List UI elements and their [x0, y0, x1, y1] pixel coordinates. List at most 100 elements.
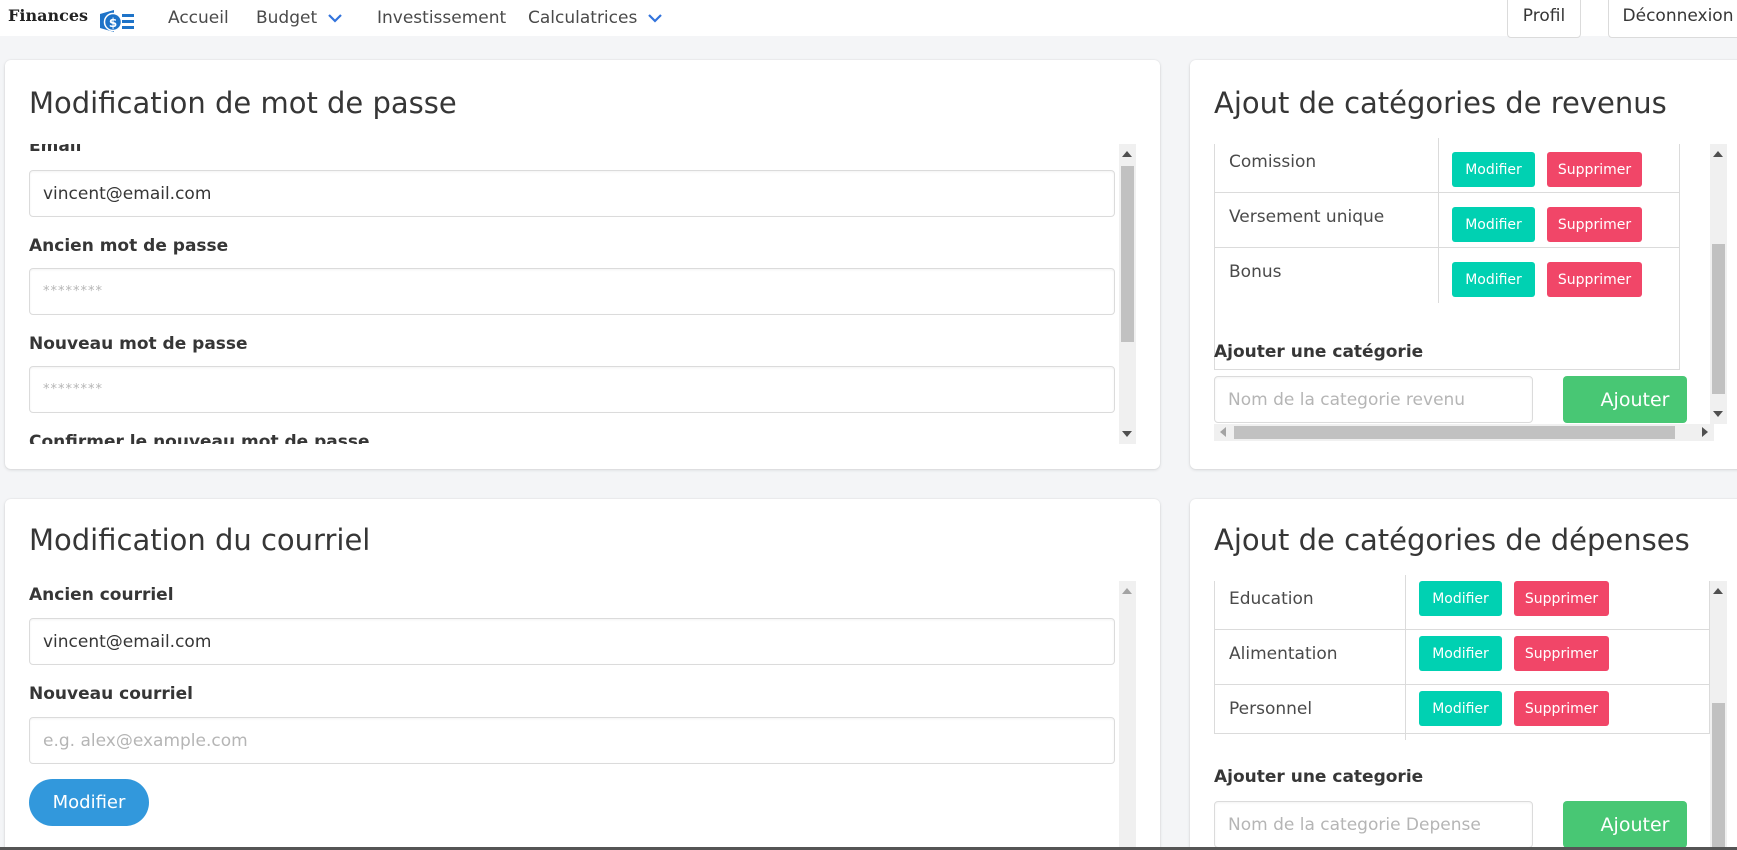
add-expense-button[interactable]: Ajouter	[1563, 801, 1687, 848]
category-name: Education	[1229, 589, 1314, 609]
delete-category-button[interactable]: Supprimer	[1547, 152, 1642, 187]
scroll-thumb[interactable]	[1121, 166, 1134, 342]
email-card-title: Modification du courriel	[29, 523, 371, 557]
delete-label: Supprimer	[1557, 161, 1632, 178]
add-expense-label: Ajouter une categorie	[1214, 767, 1424, 787]
profile-button-label: Profil	[1522, 6, 1566, 26]
password-card: Modification de mot de passe Email vince…	[5, 60, 1160, 469]
revenue-category-input[interactable]: Nom de la categorie revenu	[1214, 376, 1533, 423]
edit-category-button[interactable]: Modifier	[1452, 262, 1535, 297]
nav-budget-label: Budget	[256, 8, 318, 28]
column-divider	[1405, 575, 1406, 630]
table-row: Education Modifier Supprimer	[1215, 575, 1709, 630]
scroll-thumb[interactable]	[1712, 703, 1725, 850]
scroll-up-arrow-icon[interactable]	[1122, 151, 1132, 157]
delete-category-button[interactable]: Supprimer	[1514, 581, 1609, 616]
scroll-right-arrow-icon[interactable]	[1702, 427, 1708, 437]
email-form-scrollbar[interactable]	[1119, 581, 1136, 850]
revenue-vertical-scrollbar[interactable]	[1710, 144, 1727, 424]
delete-category-button[interactable]: Supprimer	[1514, 691, 1609, 726]
column-divider	[1405, 630, 1406, 685]
add-revenue-button-label: Ajouter	[1600, 388, 1670, 411]
table-row: Versement unique Modifier Supprimer	[1215, 193, 1679, 248]
old-password-input[interactable]: ********	[29, 268, 1115, 315]
nav-budget[interactable]: Budget	[256, 8, 343, 28]
edit-label: Modifier	[1465, 161, 1522, 178]
edit-category-button[interactable]: Modifier	[1452, 152, 1535, 187]
add-revenue-button[interactable]: Ajouter	[1563, 376, 1687, 423]
revenue-card-title: Ajout de catégories de revenus	[1214, 86, 1667, 120]
password-card-title: Modification de mot de passe	[29, 86, 457, 120]
email-card: Modification du courriel Ancien courriel…	[5, 499, 1160, 850]
delete-category-button[interactable]: Supprimer	[1547, 207, 1642, 242]
column-divider	[1438, 248, 1439, 303]
scroll-up-arrow-icon[interactable]	[1713, 151, 1723, 157]
scroll-down-arrow-icon[interactable]	[1122, 431, 1132, 437]
confirm-password-label: Confirmer le nouveau mot de passe	[29, 432, 370, 444]
scroll-thumb[interactable]	[1234, 426, 1675, 439]
password-form: Email vincent@email.com Ancien mot de pa…	[5, 144, 1115, 444]
email-input[interactable]: vincent@email.com	[29, 170, 1115, 217]
edit-category-button[interactable]: Modifier	[1419, 691, 1502, 726]
edit-label: Modifier	[1465, 216, 1522, 233]
delete-label: Supprimer	[1557, 271, 1632, 288]
table-row: Alimentation Modifier Supprimer	[1215, 630, 1709, 685]
email-label: Email	[29, 144, 82, 156]
logout-button[interactable]: Déconnexion	[1608, 0, 1737, 38]
scroll-up-arrow-icon[interactable]	[1122, 588, 1132, 594]
scroll-left-arrow-icon[interactable]	[1220, 427, 1226, 437]
nav-investissement-label: Investissement	[377, 8, 507, 28]
delete-label: Supprimer	[1524, 645, 1599, 662]
scroll-thumb[interactable]	[1712, 244, 1725, 394]
nav-accueil[interactable]: Accueil	[168, 8, 229, 28]
category-name: Comission	[1229, 152, 1317, 172]
nav-investissement[interactable]: Investissement	[377, 8, 506, 28]
expense-category-table: Education Modifier Supprimer Alimentatio…	[1214, 575, 1710, 740]
scroll-down-arrow-icon[interactable]	[1713, 411, 1723, 417]
column-divider	[1438, 193, 1439, 248]
edit-category-button[interactable]: Modifier	[1419, 581, 1502, 616]
edit-label: Modifier	[1432, 645, 1489, 662]
new-password-input[interactable]: ********	[29, 366, 1115, 413]
column-divider	[1405, 685, 1406, 740]
edit-label: Modifier	[1432, 590, 1489, 607]
add-expense-button-label: Ajouter	[1600, 813, 1670, 836]
edit-category-button[interactable]: Modifier	[1452, 207, 1535, 242]
delete-category-button[interactable]: Supprimer	[1514, 636, 1609, 671]
delete-label: Supprimer	[1524, 700, 1599, 717]
password-form-scrollbar[interactable]	[1119, 144, 1136, 444]
category-name: Alimentation	[1229, 644, 1338, 664]
category-name: Bonus	[1229, 262, 1282, 282]
brand-name[interactable]: Finances	[8, 6, 88, 25]
expense-card: Ajout de catégories de dépenses Educatio…	[1190, 499, 1737, 850]
expense-category-input[interactable]: Nom de la categorie Depense	[1214, 801, 1533, 848]
scroll-up-arrow-icon[interactable]	[1713, 588, 1723, 594]
add-revenue-label: Ajouter une catégorie	[1214, 342, 1424, 362]
old-email-input[interactable]: vincent@email.com	[29, 618, 1115, 665]
category-name: Personnel	[1229, 699, 1313, 719]
edit-label: Modifier	[1432, 700, 1489, 717]
delete-category-button[interactable]: Supprimer	[1547, 262, 1642, 297]
nav-calculatrices[interactable]: Calculatrices	[528, 8, 663, 28]
navbar: Finances $ Accueil Budget Investissement…	[0, 0, 1737, 38]
dollar-logo-icon: $	[100, 10, 134, 32]
revenue-horizontal-scrollbar[interactable]	[1214, 424, 1714, 441]
new-email-input[interactable]: e.g. alex@example.com	[29, 717, 1115, 764]
revenue-card: Ajout de catégories de revenus Comission…	[1190, 60, 1737, 469]
logout-button-label: Déconnexion	[1622, 6, 1734, 26]
modify-email-button[interactable]: Modifier	[29, 779, 149, 826]
edit-category-button[interactable]: Modifier	[1419, 636, 1502, 671]
column-divider	[1438, 138, 1439, 193]
revenue-category-table: Comission Modifier Supprimer Versement u…	[1214, 138, 1680, 370]
table-row: Personnel Modifier Supprimer	[1215, 685, 1709, 740]
old-password-label: Ancien mot de passe	[29, 236, 229, 256]
expense-vertical-scrollbar[interactable]	[1710, 581, 1727, 850]
new-password-label: Nouveau mot de passe	[29, 334, 248, 354]
nav-calculatrices-label: Calculatrices	[528, 8, 638, 28]
expense-card-title: Ajout de catégories de dépenses	[1214, 523, 1690, 557]
edit-label: Modifier	[1465, 271, 1522, 288]
modify-email-button-label: Modifier	[52, 792, 126, 813]
profile-button[interactable]: Profil	[1507, 0, 1581, 38]
delete-label: Supprimer	[1557, 216, 1632, 233]
delete-label: Supprimer	[1524, 590, 1599, 607]
